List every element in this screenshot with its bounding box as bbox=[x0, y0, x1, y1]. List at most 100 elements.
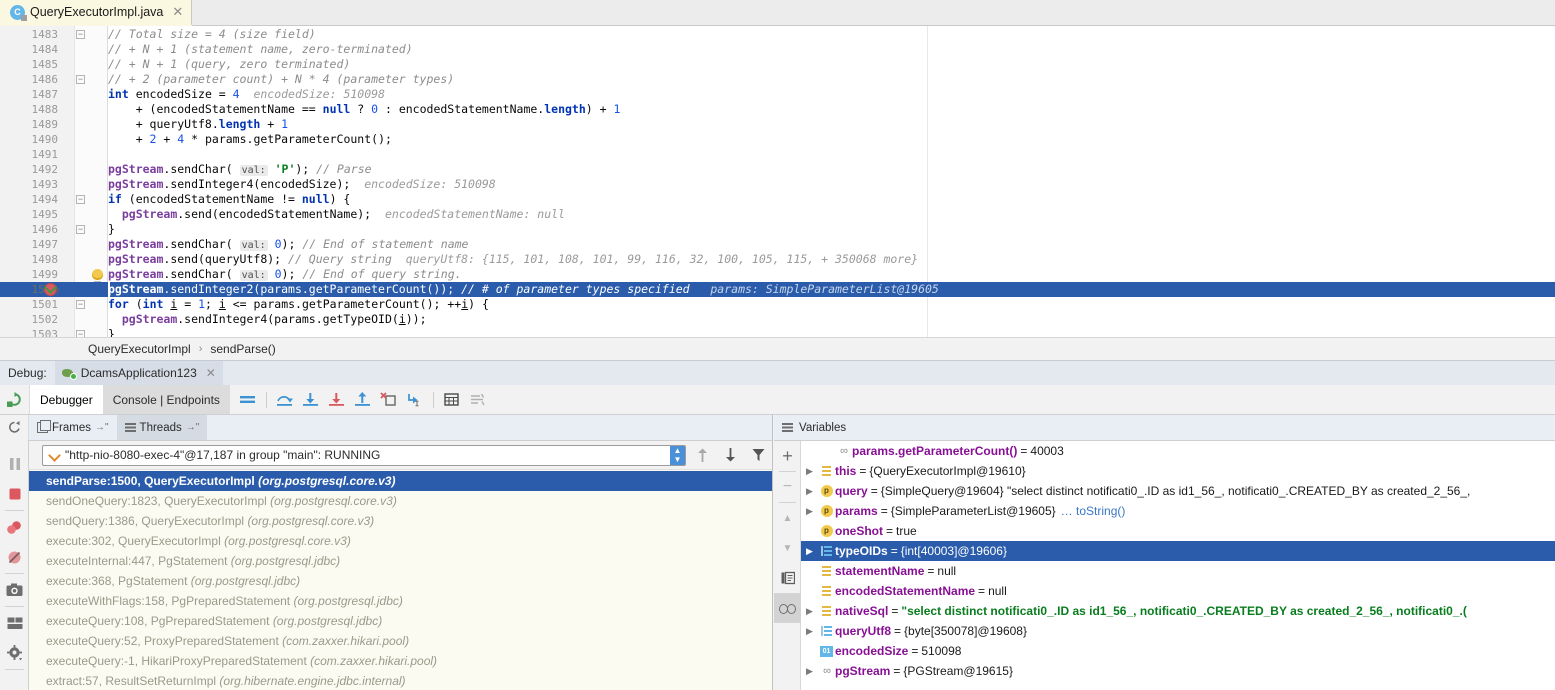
expand-twisty-icon[interactable]: ▶ bbox=[801, 501, 818, 521]
rerun-icon[interactable] bbox=[0, 385, 30, 414]
code-editor[interactable]: 1483 − // Total size = 4 (size field) 1484 /… bbox=[0, 26, 1555, 337]
code-line[interactable]: 1486 − // + 2 (parameter count) + N * 4 (p… bbox=[0, 72, 1555, 87]
settings-layout-icon[interactable] bbox=[466, 388, 490, 412]
expand-twisty-icon[interactable]: ▶ bbox=[801, 461, 818, 481]
fold-end-icon[interactable]: − bbox=[76, 225, 85, 234]
expand-twisty-icon[interactable]: ▶ bbox=[801, 601, 818, 621]
fold-collapse-icon[interactable]: − bbox=[76, 195, 85, 204]
move-watch-up-icon[interactable]: ▲ bbox=[774, 503, 801, 533]
fold-end-icon[interactable]: − bbox=[76, 330, 85, 337]
code-line[interactable]: 1503 −} bbox=[0, 327, 1555, 337]
code-line[interactable]: 1492 pgStream.sendChar( val: 'P'); // Par… bbox=[0, 162, 1555, 177]
frame-list-item[interactable]: sendOneQuery:1823, QueryExecutorImpl (or… bbox=[29, 491, 772, 511]
code-line[interactable]: 1490 + 2 + 4 * params.getParameterCount(… bbox=[0, 132, 1555, 147]
frame-list-item[interactable]: executeInternal:447, PgStatement (org.po… bbox=[29, 551, 772, 571]
move-watch-down-icon[interactable]: ▼ bbox=[774, 533, 801, 563]
spinner-updown-icon[interactable]: ▲ ▼ bbox=[670, 445, 685, 465]
code-line[interactable]: 1497 pgStream.sendChar( val: 0); // End o… bbox=[0, 237, 1555, 252]
variable-row[interactable]: ▶ typeOIDs = {int[40003]@19606} bbox=[801, 541, 1555, 561]
frame-list-item[interactable]: executeQuery:108, PgPreparedStatement (o… bbox=[29, 611, 772, 631]
run-to-cursor-icon[interactable] bbox=[403, 388, 427, 412]
tab-debugger[interactable]: Debugger bbox=[30, 385, 103, 414]
remove-watch-icon[interactable]: − bbox=[774, 472, 801, 502]
code-line[interactable]: 1502 pgStream.sendInteger4(params.getTyp… bbox=[0, 312, 1555, 327]
force-step-into-icon[interactable] bbox=[325, 388, 349, 412]
inspect-glasses-icon[interactable] bbox=[774, 593, 801, 623]
variable-row[interactable]: ▶ p query = {SimpleQuery@19604} "select dist… bbox=[801, 481, 1555, 501]
frame-list-item[interactable]: executeQuery:-1, HikariProxyPreparedStat… bbox=[29, 651, 772, 671]
tab-console-endpoints[interactable]: Console | Endpoints bbox=[102, 385, 230, 414]
move-down-icon[interactable] bbox=[718, 443, 742, 467]
code-line[interactable]: 1485 // + N + 1 (query, zero terminated) bbox=[0, 57, 1555, 72]
variable-row[interactable]: statementName = null bbox=[801, 561, 1555, 581]
variable-row[interactable]: ▶ ∞ pgStream = {PGStream@19615} bbox=[801, 661, 1555, 681]
code-line[interactable]: 1491 bbox=[0, 147, 1555, 162]
code-line[interactable]: 1496 −} bbox=[0, 222, 1555, 237]
frame-list-item[interactable]: executeWithFlags:158, PgPreparedStatemen… bbox=[29, 591, 772, 611]
variable-row[interactable]: ∞ params.getParameterCount() = 40003 bbox=[801, 441, 1555, 461]
pause-program-icon[interactable] bbox=[0, 449, 29, 479]
fold-collapse-icon[interactable]: − bbox=[76, 300, 85, 309]
threads-tab[interactable]: Threads →" bbox=[116, 415, 208, 440]
screenshot-camera-icon[interactable] bbox=[0, 575, 29, 605]
variable-row[interactable]: ▶ p params = {SimpleParameterList@19605} … to… bbox=[801, 501, 1555, 521]
code-line[interactable]: 1488 + (encodedStatementName == null ? 0… bbox=[0, 102, 1555, 117]
layout-settings-icon[interactable] bbox=[0, 608, 29, 638]
fold-collapse-icon[interactable]: − bbox=[76, 30, 85, 39]
mute-breakpoints-strip-icon[interactable] bbox=[0, 542, 29, 572]
refresh-icon[interactable] bbox=[0, 415, 29, 440]
intention-bulb-icon[interactable] bbox=[92, 269, 103, 284]
code-line[interactable]: 1495 pgStream.send(encodedStatementName)… bbox=[0, 207, 1555, 222]
variable-row[interactable]: ▶ queryUtf8 = {byte[350078]@19608} bbox=[801, 621, 1555, 641]
stop-icon[interactable] bbox=[0, 479, 29, 509]
variable-row[interactable]: p oneShot = true bbox=[801, 521, 1555, 541]
step-over-icon[interactable] bbox=[273, 388, 297, 412]
code-line[interactable]: 1483 − // Total size = 4 (size field) bbox=[0, 27, 1555, 42]
settings-gear-icon[interactable] bbox=[0, 638, 29, 668]
frame-list-item[interactable]: sendQuery:1386, QueryExecutorImpl (org.p… bbox=[29, 511, 772, 531]
code-line[interactable]: 1489 + queryUtf8.length + 1 bbox=[0, 117, 1555, 132]
frame-list-item[interactable]: executeQuery:52, ProxyPreparedStatement … bbox=[29, 631, 772, 651]
filter-frames-icon[interactable] bbox=[746, 443, 770, 467]
expand-twisty-icon[interactable]: ▶ bbox=[801, 541, 818, 561]
code-line[interactable]: 1501 − for (int i = 1; i <= params.getPara… bbox=[0, 297, 1555, 312]
step-out-icon[interactable] bbox=[351, 388, 375, 412]
code-line[interactable]: 1493 pgStream.sendInteger4(encodedSize); … bbox=[0, 177, 1555, 192]
evaluate-expression-icon[interactable] bbox=[440, 388, 464, 412]
mute-breakpoints-icon[interactable] bbox=[236, 388, 260, 412]
copy-value-icon[interactable] bbox=[774, 563, 801, 593]
expand-twisty-icon[interactable]: ▶ bbox=[801, 661, 818, 681]
code-line[interactable]: 1498 pgStream.send(queryUtf8); // Query s… bbox=[0, 252, 1555, 267]
move-up-icon[interactable] bbox=[690, 443, 714, 467]
close-icon[interactable]: ✕ bbox=[168, 4, 183, 20]
breadcrumb-method[interactable]: sendParse() bbox=[210, 342, 275, 356]
variable-row[interactable]: encodedStatementName = null bbox=[801, 581, 1555, 601]
code-line[interactable]: 1499 pgStream.sendChar( val: 0); // End o… bbox=[0, 267, 1555, 284]
editor-tab-queryexecutorimpl[interactable]: C QueryExecutorImpl.java ✕ bbox=[0, 0, 193, 26]
drop-frame-icon[interactable] bbox=[377, 388, 401, 412]
frame-list-item[interactable]: extract:57, ResultSetReturnImpl (org.hib… bbox=[29, 671, 772, 690]
frame-list-item[interactable]: execute:302, QueryExecutorImpl (org.post… bbox=[29, 531, 772, 551]
code-line[interactable]: 1500pgStream.sendInteger2(params.getPara… bbox=[0, 281, 1555, 300]
expand-twisty-icon[interactable]: ▶ bbox=[801, 481, 818, 501]
fold-end-icon[interactable]: − bbox=[76, 75, 85, 84]
frame-list-item[interactable]: sendParse:1500, QueryExecutorImpl (org.p… bbox=[29, 471, 772, 491]
code-line[interactable]: 1487 int encodedSize = 4 encodedSize: 510… bbox=[0, 87, 1555, 102]
add-watch-icon[interactable]: + bbox=[774, 441, 801, 471]
expand-twisty-icon[interactable]: ▶ bbox=[801, 621, 818, 641]
variables-tree[interactable]: ∞ params.getParameterCount() = 40003 ▶ this ={… bbox=[801, 441, 1555, 681]
breadcrumb-class[interactable]: QueryExecutorImpl bbox=[88, 342, 191, 356]
call-stack-frames-list[interactable]: sendParse:1500, QueryExecutorImpl (org.p… bbox=[29, 470, 772, 690]
close-icon[interactable]: ✕ bbox=[202, 366, 216, 380]
variable-row[interactable]: 01 encodedSize = 510098 bbox=[801, 641, 1555, 661]
frames-tab[interactable]: Frames →" bbox=[29, 415, 117, 440]
variable-row[interactable]: ▶ this = {QueryExecutorImpl@19610} bbox=[801, 461, 1555, 481]
frame-list-item[interactable]: execute:368, PgStatement (org.postgresql… bbox=[29, 571, 772, 591]
variable-row[interactable]: ▶ nativeSql = "select distinct notificati0_… bbox=[801, 601, 1555, 621]
variable-tostring-link[interactable]: … toString() bbox=[1061, 501, 1126, 521]
code-line[interactable]: 1494 − if (encodedStatementName != null) { bbox=[0, 192, 1555, 207]
code-line[interactable]: 1484 // + N + 1 (statement name, zero-ter… bbox=[0, 42, 1555, 57]
thread-selector-combo[interactable]: "http-nio-8080-exec-4"@17,187 in group "… bbox=[42, 444, 686, 466]
debug-session-tab[interactable]: DcamsApplication123 ✕ bbox=[54, 361, 223, 385]
view-breakpoints-icon[interactable] bbox=[0, 512, 29, 542]
